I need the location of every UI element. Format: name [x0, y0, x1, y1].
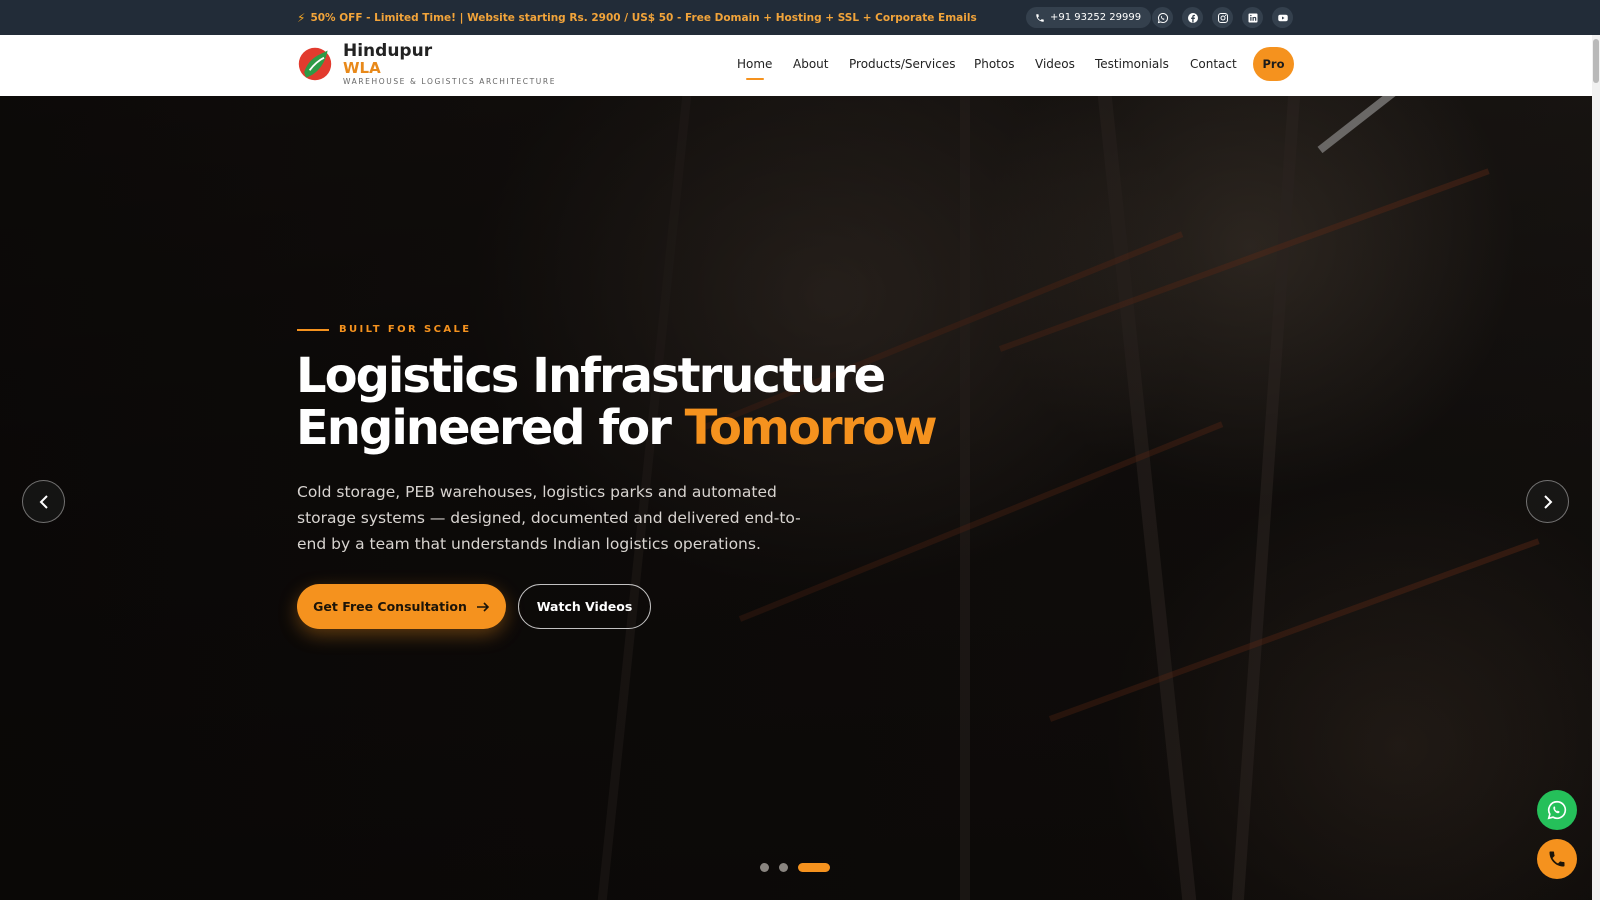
youtube-social-link[interactable] [1272, 7, 1293, 28]
page-scrollbar[interactable] [1592, 35, 1600, 900]
get-free-consultation-button[interactable]: Get Free Consultation [297, 584, 506, 629]
whatsapp-icon [1157, 12, 1168, 23]
instagram-icon [1217, 12, 1228, 23]
headline-line-2: Engineered for [296, 400, 685, 456]
whatsapp-icon [1547, 800, 1567, 820]
nav-videos[interactable]: Videos [1035, 57, 1075, 71]
slider-dot-1[interactable] [760, 863, 769, 872]
nav-testimonials[interactable]: Testimonials [1095, 57, 1169, 71]
nav-contact[interactable]: Contact [1190, 57, 1237, 71]
slider-dot-2[interactable] [779, 863, 788, 872]
linkedin-icon [1248, 13, 1257, 22]
instagram-social-link[interactable] [1212, 7, 1233, 28]
brand-wla: WLA [343, 59, 381, 77]
secondary-cta-label: Watch Videos [536, 599, 633, 614]
facebook-icon [1187, 12, 1198, 23]
pro-button[interactable]: Pro [1253, 47, 1294, 81]
phone-icon [1036, 13, 1044, 22]
facebook-social-link[interactable] [1182, 7, 1203, 28]
hero-headline: Logistics Infrastructure Engineered for … [296, 348, 938, 456]
hero-slider: BUILT FOR SCALE Logistics Infrastructure… [0, 96, 1592, 900]
nav-photos[interactable]: Photos [974, 57, 1014, 71]
promo-banner[interactable]: ⚡ 50% OFF - Limited Time! | Website star… [297, 0, 977, 35]
nav-about[interactable]: About [793, 57, 828, 71]
linkedin-social-link[interactable] [1242, 7, 1263, 28]
brand-tagline: WAREHOUSE & LOGISTICS ARCHITECTURE [343, 77, 557, 86]
phone-icon [1549, 851, 1565, 867]
whatsapp-social-link[interactable] [1152, 7, 1173, 28]
hero-subtext: Cold storage, PEB warehouses, logistics … [297, 483, 801, 553]
nav-home[interactable]: Home [737, 57, 772, 80]
logo-icon[interactable] [297, 45, 333, 83]
chevron-left-icon [39, 494, 48, 509]
hero-eyebrow: BUILT FOR SCALE [297, 324, 471, 335]
chevron-right-icon [1543, 494, 1552, 509]
top-promo-bar: ⚡ 50% OFF - Limited Time! | Website star… [0, 0, 1600, 35]
headline-accent: Tomorrow [684, 400, 938, 456]
brand-name[interactable]: Hindupur [343, 41, 432, 61]
youtube-icon [1277, 14, 1288, 21]
slider-next-button[interactable] [1526, 480, 1569, 523]
eyebrow-line [297, 328, 329, 331]
phone-link[interactable]: +91 93252 29999 [1026, 7, 1152, 28]
phone-number: +91 93252 29999 [1050, 12, 1142, 23]
eyebrow-text: BUILT FOR SCALE [339, 324, 472, 335]
slider-dot-3[interactable] [798, 863, 830, 872]
primary-cta-label: Get Free Consultation [313, 599, 467, 614]
call-float-button[interactable] [1537, 839, 1577, 879]
scrollbar-thumb[interactable] [1593, 39, 1599, 83]
watch-videos-button[interactable]: Watch Videos [518, 584, 651, 629]
nav-products-services[interactable]: Products/Services [849, 57, 955, 71]
lightning-icon: ⚡ [297, 10, 306, 25]
whatsapp-float-button[interactable] [1537, 790, 1577, 830]
site-header: Hindupur WLA WAREHOUSE & LOGISTICS ARCHI… [0, 35, 1592, 96]
slider-prev-button[interactable] [22, 480, 65, 523]
arrow-right-icon [476, 601, 489, 612]
slider-dots [760, 863, 830, 872]
headline-line-1: Logistics Infrastructure [296, 348, 886, 404]
promo-text: 50% OFF - Limited Time! | Website starti… [310, 11, 977, 24]
